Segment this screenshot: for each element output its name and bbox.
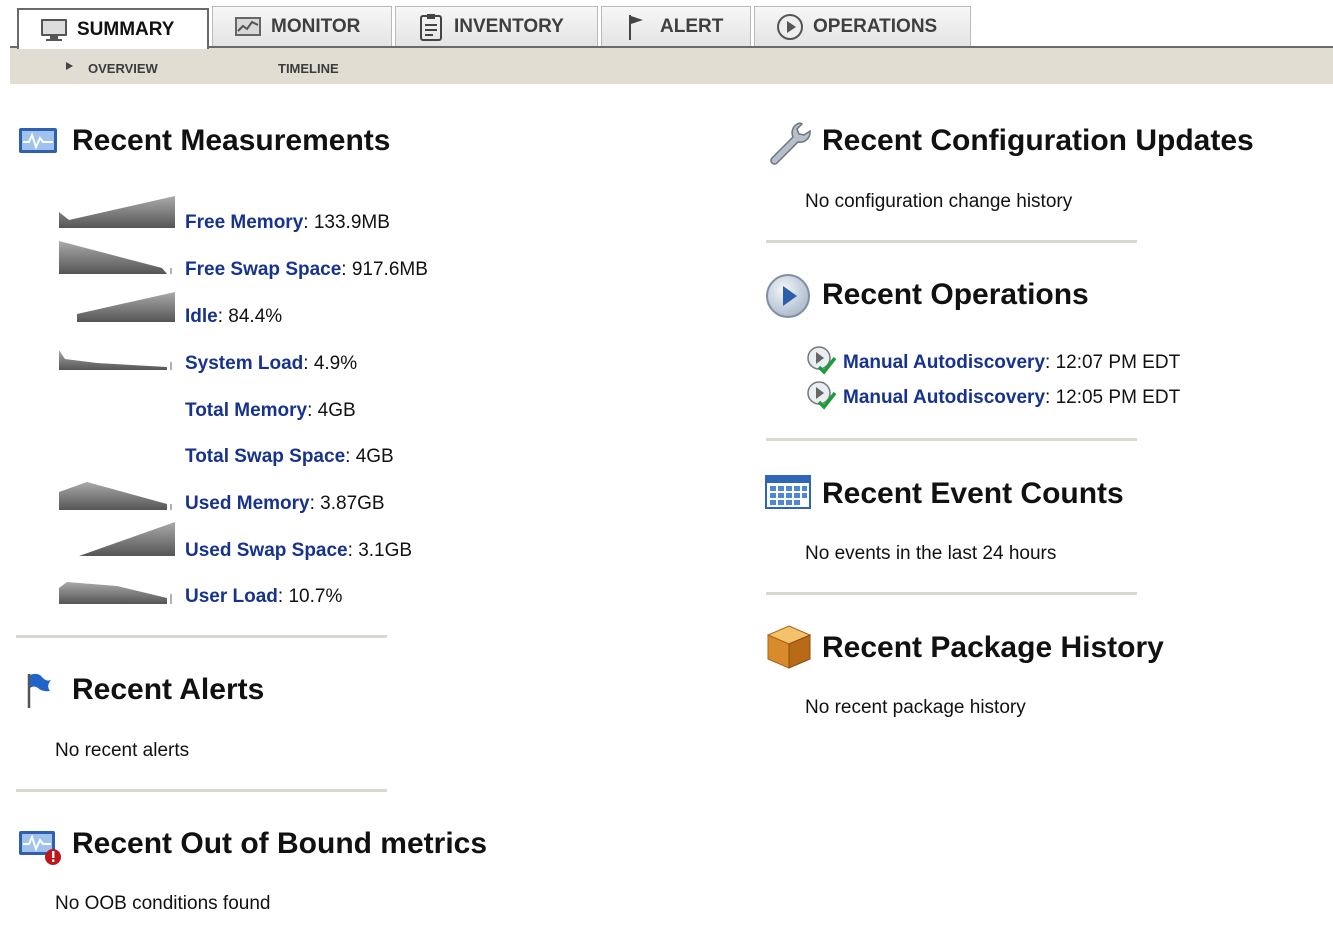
metric-link[interactable]: Idle [185, 306, 218, 327]
recent-events-title: Recent Event Counts [822, 477, 1124, 510]
recent-config-title: Recent Configuration Updates [822, 124, 1254, 157]
operation-row: Manual Autodiscovery: 12:05 PM EDT [805, 380, 1180, 416]
subnav-overview[interactable]: OVERVIEW [88, 61, 158, 76]
metric-value: 3.87GB [320, 493, 385, 514]
operation-success-icon [805, 345, 837, 381]
calendar-icon [765, 475, 811, 514]
config-empty-message: No configuration change history [805, 191, 1073, 212]
operations-play-icon [765, 273, 811, 324]
tab-inventory[interactable]: INVENTORY [395, 6, 598, 46]
section-divider [766, 592, 1137, 595]
events-empty-message: No events in the last 24 hours [805, 543, 1057, 564]
metric-used-memory: Used Memory: 3.87GB [185, 493, 385, 514]
monitor-icon [39, 17, 69, 43]
operation-link[interactable]: Manual Autodiscovery [843, 387, 1045, 409]
metric-system-load: System Load: 4.9% [185, 353, 358, 374]
operation-success-icon [805, 380, 837, 416]
recent-measurements-title: Recent Measurements [72, 124, 391, 157]
sub-navigation: OVERVIEW TIMELINE [10, 48, 1333, 84]
operation-link[interactable]: Manual Autodiscovery [843, 352, 1045, 374]
metric-link[interactable]: Total Swap Space [185, 446, 345, 467]
recent-alerts-title: Recent Alerts [72, 673, 265, 706]
section-divider [766, 240, 1137, 243]
operation-row: Manual Autodiscovery: 12:07 PM EDT [805, 345, 1180, 381]
metric-value: 4GB [355, 446, 394, 467]
measurement-chart-icon [18, 127, 58, 160]
recent-operations-title: Recent Operations [822, 278, 1089, 311]
tab-monitor[interactable]: MONITOR [212, 6, 392, 46]
section-divider [766, 438, 1137, 441]
metric-free-swap-space: Free Swap Space: 917.6MB [185, 259, 428, 280]
tab-label: OPERATIONS [813, 15, 938, 37]
metric-link[interactable]: System Load [185, 353, 303, 374]
alerts-empty-message: No recent alerts [55, 740, 190, 761]
sparkline-used-memory [59, 482, 172, 510]
tab-operations[interactable]: OPERATIONS [754, 6, 971, 46]
sparkline-user-load [59, 582, 172, 604]
packages-empty-message: No recent package history [805, 697, 1026, 718]
sparkline-free-swap-space [59, 241, 172, 274]
subnav-timeline[interactable]: TIMELINE [278, 61, 339, 76]
metric-link[interactable]: Total Memory [185, 400, 307, 421]
metric-value: 4.9% [313, 353, 358, 374]
operation-time: 12:05 PM EDT [1055, 387, 1181, 408]
clipboard-icon [416, 13, 446, 41]
metric-value: 84.4% [228, 306, 283, 327]
operation-time: 12:07 PM EDT [1055, 352, 1181, 373]
oob-empty-message: No OOB conditions found [55, 893, 271, 914]
metric-idle: Idle: 84.4% [185, 306, 283, 327]
oob-alert-chart-icon [18, 828, 64, 871]
metric-value: 10.7% [288, 586, 343, 607]
metric-link[interactable]: Free Memory [185, 212, 303, 233]
metric-used-swap-space: Used Swap Space: 3.1GB [185, 540, 413, 561]
tab-label: SUMMARY [77, 18, 175, 40]
metric-user-load: User Load: 10.7% [185, 586, 343, 607]
metric-total-swap-space: Total Swap Space: 4GB [185, 446, 394, 467]
package-box-icon [766, 624, 812, 675]
recent-packages-title: Recent Package History [822, 631, 1164, 664]
sparkline-system-load [59, 350, 172, 370]
flag-icon [622, 14, 652, 40]
metric-link[interactable]: Used Memory [185, 493, 310, 514]
metric-value: 917.6MB [351, 259, 428, 280]
metric-link[interactable]: Free Swap Space [185, 259, 341, 280]
tab-label: MONITOR [271, 15, 361, 37]
tab-label: INVENTORY [454, 15, 564, 37]
metric-link[interactable]: Used Swap Space [185, 540, 348, 561]
sparkline-used-swap-space [79, 522, 175, 556]
section-divider [16, 789, 387, 792]
blue-flag-icon [24, 672, 54, 715]
tab-summary[interactable]: SUMMARY [17, 8, 209, 49]
sparkline-free-memory [59, 196, 175, 228]
section-divider [16, 635, 387, 638]
play-icon [775, 13, 805, 40]
tab-alert[interactable]: ALERT [601, 6, 751, 46]
tab-bar: SUMMARY MONITOR INVENTORY ALERT OPERATIO… [0, 0, 1333, 49]
metric-total-memory: Total Memory: 4GB [185, 400, 356, 421]
metric-value: 3.1GB [358, 540, 413, 561]
sparkline-idle [77, 292, 175, 322]
chart-icon [233, 14, 263, 40]
tab-label: ALERT [660, 15, 724, 37]
metric-free-memory: Free Memory: 133.9MB [185, 212, 390, 233]
recent-oob-title: Recent Out of Bound metrics [72, 827, 488, 860]
triangle-right-icon [66, 62, 73, 70]
metric-value: 4GB [317, 400, 356, 421]
wrench-icon [766, 119, 812, 170]
metric-link[interactable]: User Load [185, 586, 278, 607]
metric-value: 133.9MB [313, 212, 390, 233]
